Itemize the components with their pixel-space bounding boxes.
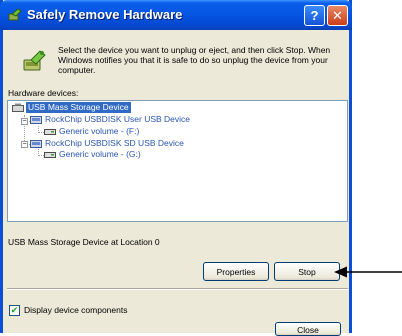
tree-item-label: Generic volume - (F:) bbox=[59, 126, 140, 136]
safely-remove-hardware-dialog: Safely Remove Hardware ? ✕ Select the de… bbox=[0, 0, 352, 336]
separator bbox=[7, 288, 348, 290]
instructions-text: Select the device you want to unplug or … bbox=[58, 45, 331, 75]
window-title: Safely Remove Hardware bbox=[27, 7, 183, 22]
tree-item-label: RockChip USBDISK User USB Device bbox=[45, 114, 191, 124]
hardware-remove-icon bbox=[8, 8, 22, 21]
checkmark-icon: ✔ bbox=[10, 305, 19, 315]
usb-device-icon bbox=[12, 103, 24, 112]
tree-item-label: USB Mass Storage Device bbox=[26, 102, 131, 113]
volume-drive-icon bbox=[44, 129, 56, 135]
title-bar[interactable]: Safely Remove Hardware ? ✕ bbox=[0, 0, 352, 30]
close-button[interactable]: Close bbox=[275, 322, 341, 336]
help-icon: ? bbox=[310, 8, 319, 23]
collapse-toggle[interactable]: − bbox=[21, 118, 28, 125]
close-icon: ✕ bbox=[332, 7, 343, 23]
stop-button[interactable]: Stop bbox=[274, 262, 340, 281]
tree-item-label: Generic volume - (G:) bbox=[59, 149, 141, 159]
collapse-toggle[interactable]: − bbox=[21, 141, 28, 148]
usb-device-icon bbox=[30, 116, 42, 124]
tree-item-label: RockChip USBDISK SD USB Device bbox=[45, 138, 184, 148]
device-location-text: USB Mass Storage Device at Location 0 bbox=[8, 237, 160, 247]
safely-remove-icon bbox=[23, 50, 46, 71]
pointer-arrow-icon bbox=[334, 266, 402, 278]
display-components-label[interactable]: Display device components bbox=[24, 305, 127, 315]
hardware-device-tree[interactable]: USB Mass Storage Device − RockChip USBDI… bbox=[7, 100, 348, 222]
properties-button[interactable]: Properties bbox=[203, 262, 269, 281]
volume-drive-icon bbox=[44, 152, 56, 158]
display-components-checkbox[interactable]: ✔ bbox=[9, 305, 20, 316]
close-window-button[interactable]: ✕ bbox=[327, 5, 348, 26]
usb-device-icon bbox=[30, 140, 42, 148]
hardware-devices-label: Hardware devices: bbox=[8, 88, 79, 98]
help-button[interactable]: ? bbox=[304, 5, 325, 26]
